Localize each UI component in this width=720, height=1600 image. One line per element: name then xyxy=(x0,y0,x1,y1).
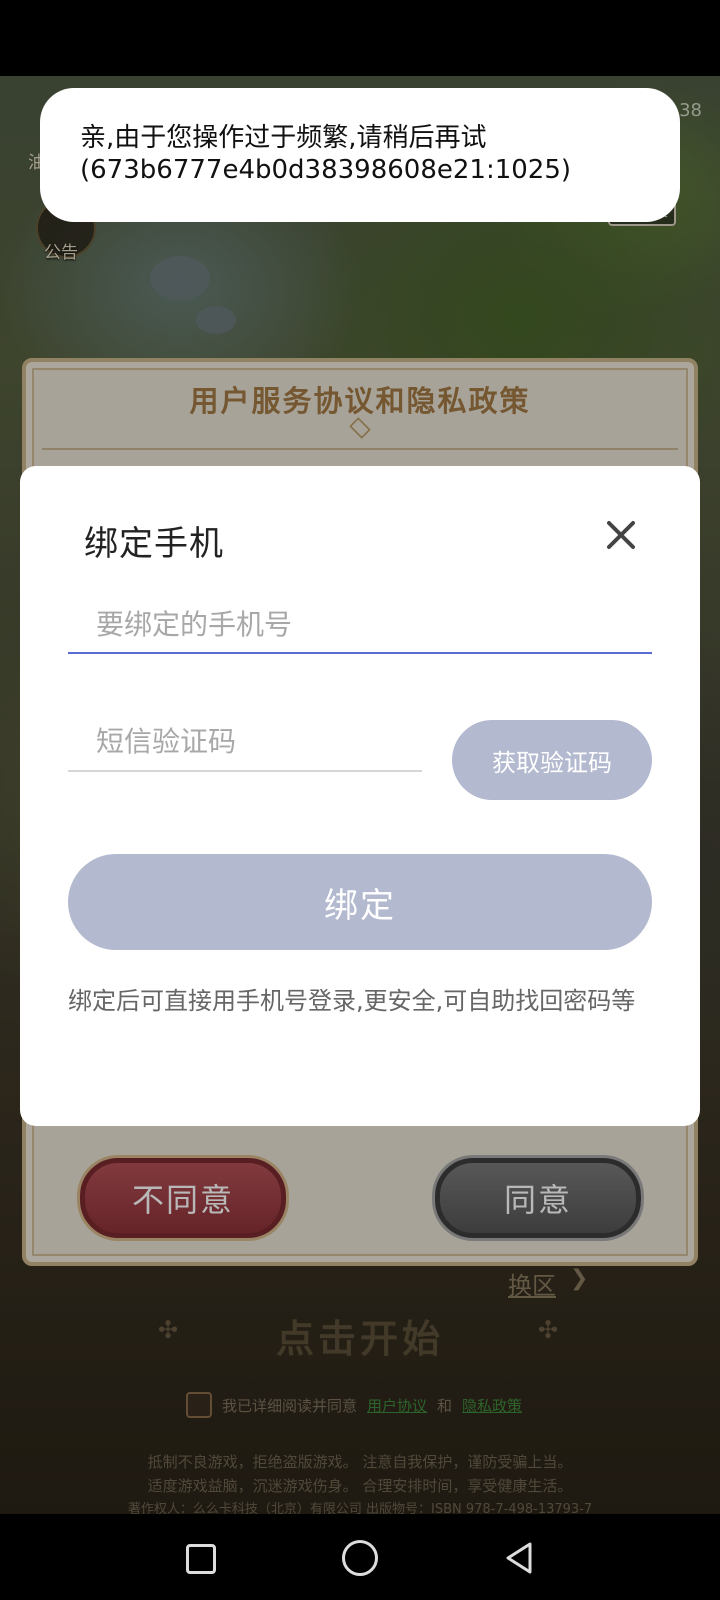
bind-hint-text: 绑定后可直接用手机号登录,更安全,可自助找回密码等 xyxy=(68,987,636,1015)
sms-code-input[interactable] xyxy=(68,712,422,772)
bind-phone-dialog: 绑定手机 获取验证码 绑定 绑定后可直接用手机号登录,更安全,可自助找回密码等 xyxy=(20,466,700,1126)
bind-button[interactable]: 绑定 xyxy=(68,854,652,950)
status-bar xyxy=(0,0,720,76)
rate-limit-toast: 亲,由于您操作过于频繁,请稍后再试 (673b6777e4b0d38398608… xyxy=(40,88,680,222)
close-icon[interactable] xyxy=(600,514,642,556)
phone-number-input[interactable] xyxy=(68,596,652,654)
system-nav-bar xyxy=(0,1514,720,1600)
get-code-button[interactable]: 获取验证码 xyxy=(452,720,652,800)
toast-message: 亲,由于您操作过于频繁,请稍后再试 (673b6777e4b0d38398608… xyxy=(80,123,572,185)
back-icon-shape xyxy=(506,1542,532,1574)
back-icon[interactable] xyxy=(498,1536,542,1580)
dialog-title: 绑定手机 xyxy=(84,524,224,564)
recents-icon[interactable] xyxy=(178,1536,222,1580)
home-icon[interactable] xyxy=(338,1536,382,1580)
